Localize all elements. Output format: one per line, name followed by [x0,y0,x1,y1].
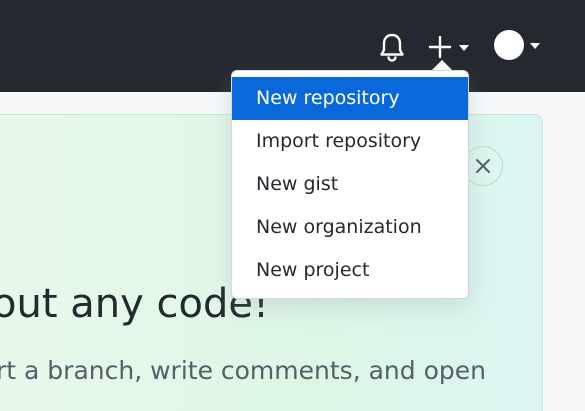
menu-item-new-gist[interactable]: New gist [232,163,468,206]
create-menu-list: New repository Import repository New gis… [232,71,468,292]
notifications-button[interactable] [378,32,406,62]
create-new-button[interactable] [426,32,472,62]
bell-icon [380,33,404,62]
banner-body-text: rt a branch, write comments, and open [0,356,486,385]
menu-item-new-organization[interactable]: New organization [232,206,468,249]
menu-item-new-repository[interactable]: New repository [232,77,468,120]
chevron-down-icon [459,45,469,51]
page: out any code! rt a branch, write comment… [0,0,585,411]
user-menu-button[interactable] [492,28,544,64]
avatar [494,30,524,60]
create-menu: New repository Import repository New gis… [231,70,469,299]
banner-close-button[interactable] [463,146,503,186]
menu-item-new-project[interactable]: New project [232,249,468,292]
banner-heading: out any code! [0,281,269,327]
dropdown-pointer [432,60,452,70]
close-icon [476,159,490,173]
plus-icon [428,35,452,59]
menu-item-import-repository[interactable]: Import repository [232,120,468,163]
chevron-down-icon [530,43,540,49]
